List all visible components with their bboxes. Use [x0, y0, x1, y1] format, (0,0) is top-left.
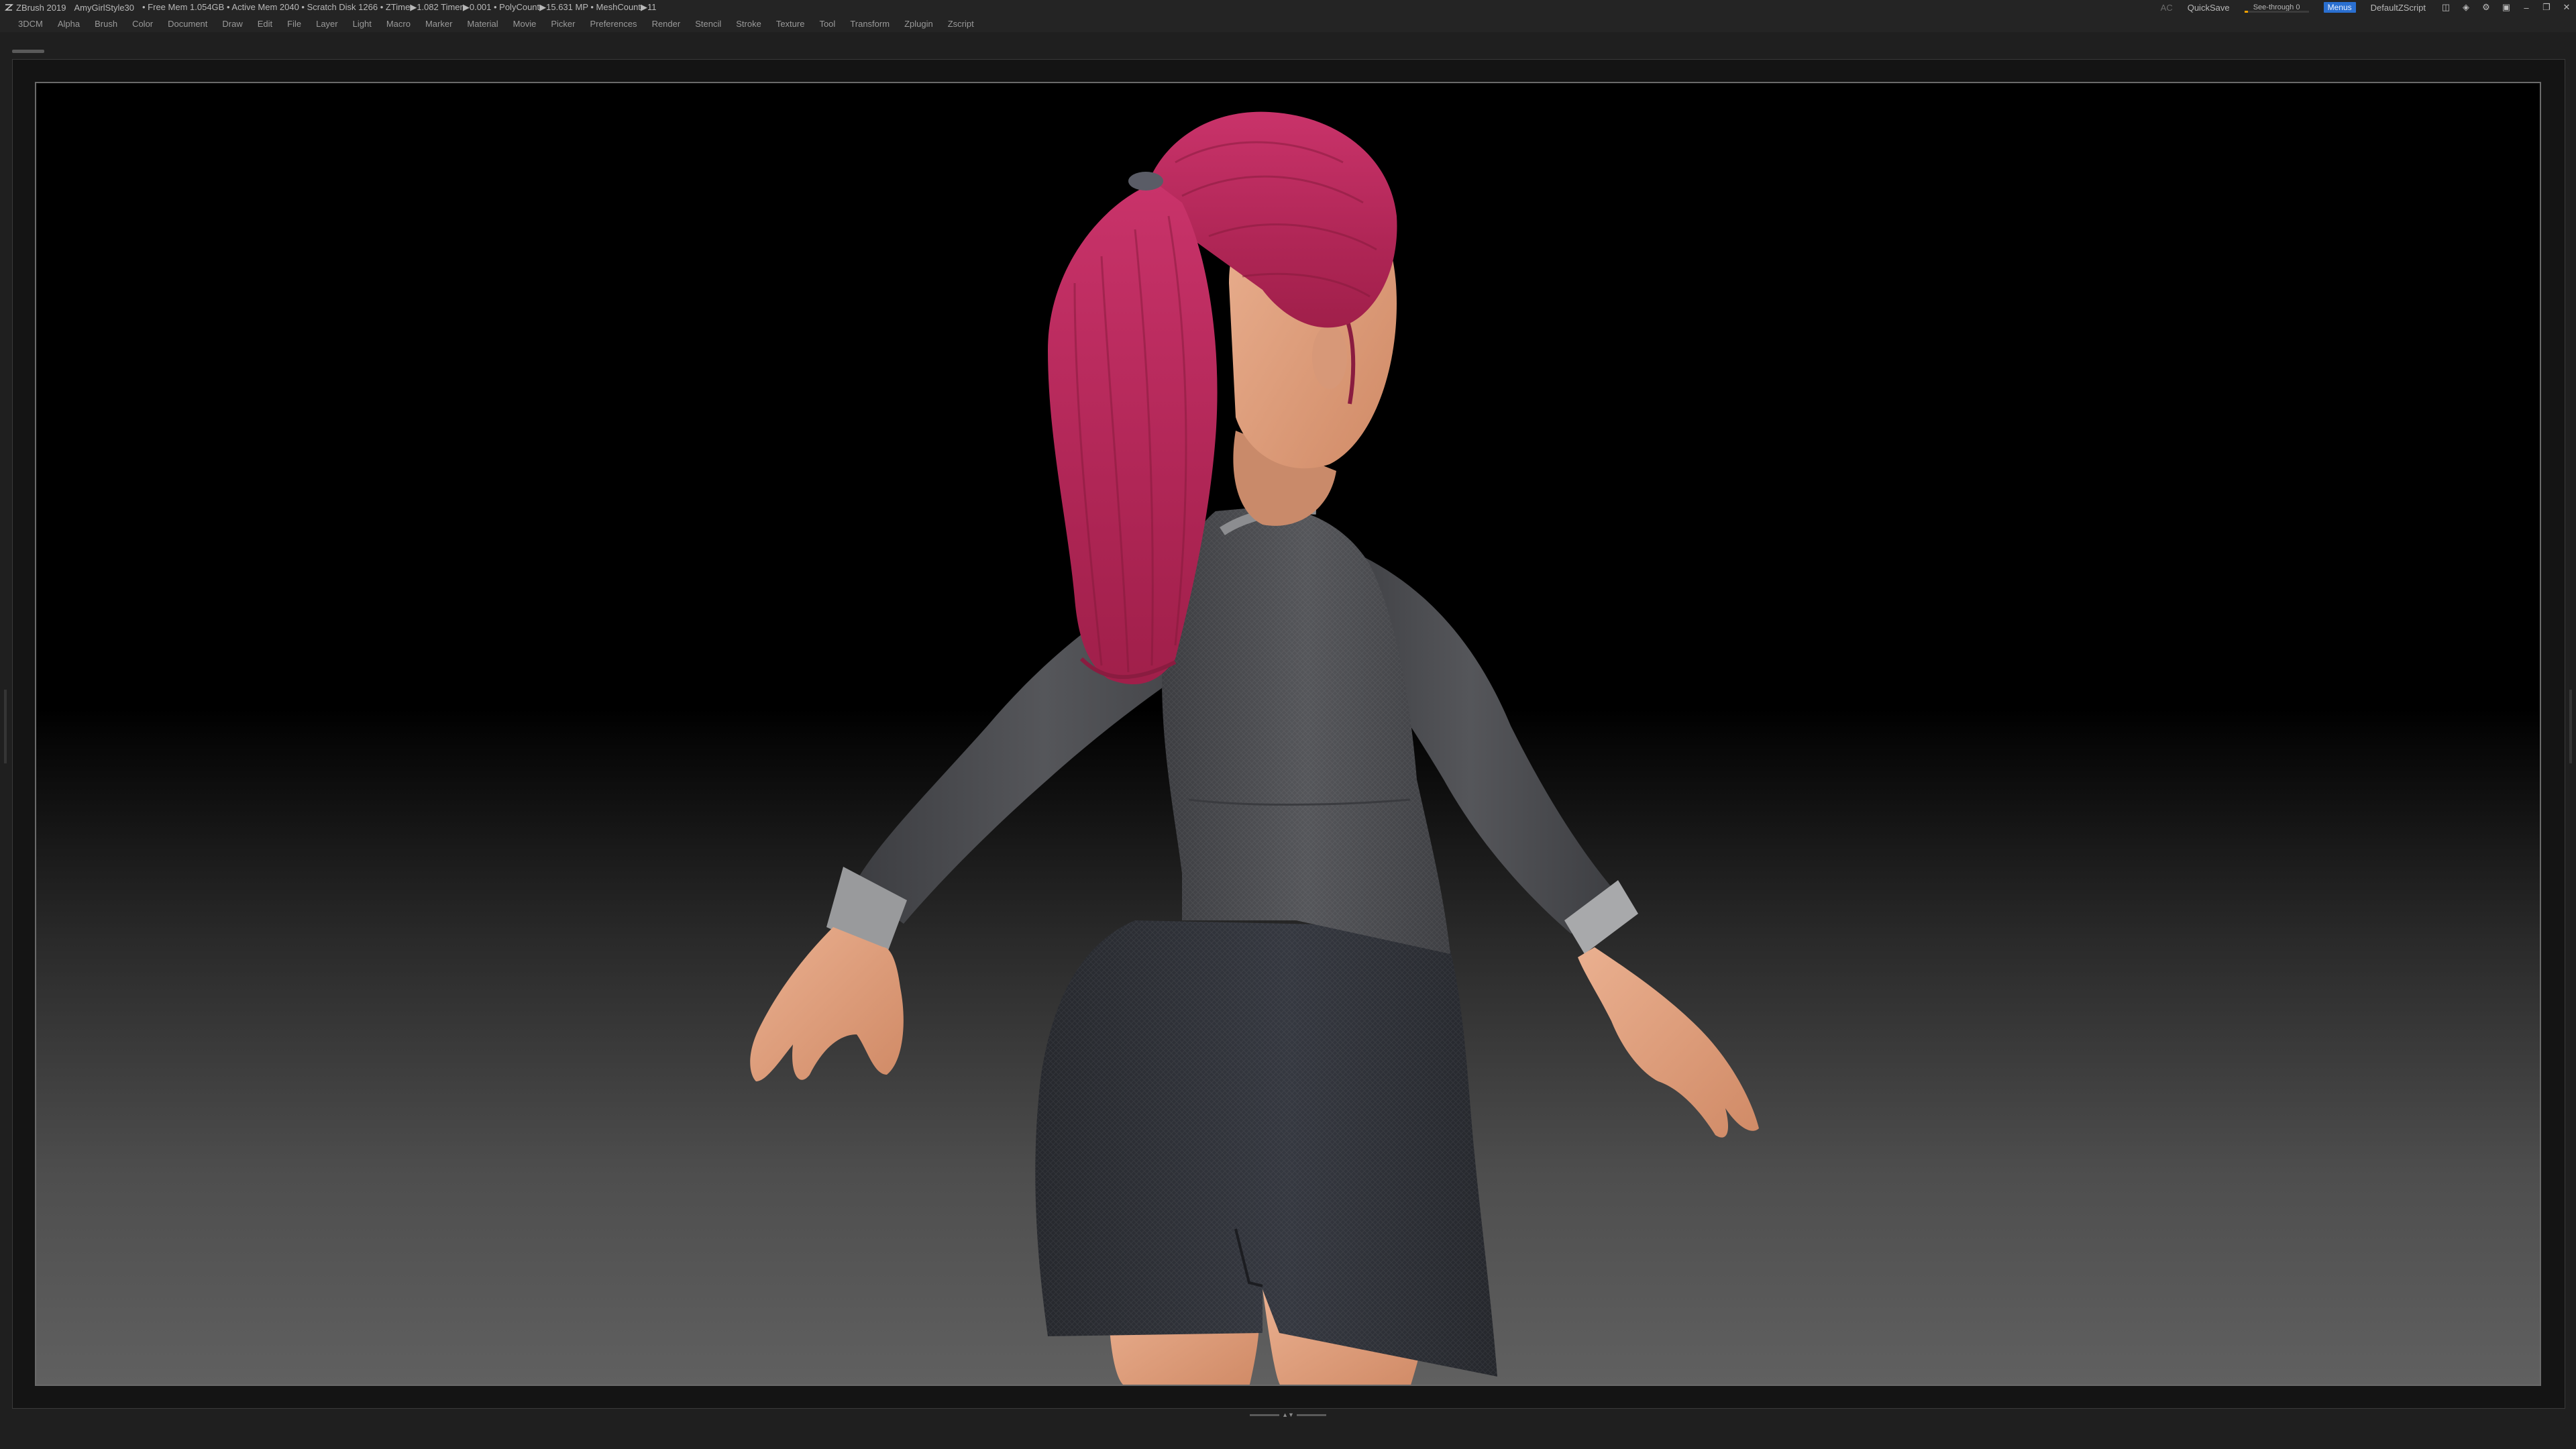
menu-item-draw[interactable]: Draw: [215, 19, 250, 29]
menu-item-texture[interactable]: Texture: [769, 19, 812, 29]
menu-bar: 3DCM Alpha Brush Color Document Draw Edit File L…: [0, 15, 2576, 32]
menu-item-macro[interactable]: Macro: [379, 19, 418, 29]
menu-item-zplugin[interactable]: Zplugin: [897, 19, 941, 29]
quicksave-button[interactable]: QuickSave: [2188, 3, 2230, 13]
restore-icon[interactable]: ❐: [2541, 2, 2552, 13]
lock-icon[interactable]: ▣: [2501, 2, 2512, 13]
menu-item-stencil[interactable]: Stencil: [688, 19, 729, 29]
sculpt-viewport[interactable]: [36, 83, 2541, 1386]
menu-item-brush[interactable]: Brush: [87, 19, 125, 29]
menu-item-material[interactable]: Material: [460, 19, 505, 29]
default-zscript-button[interactable]: DefaultZScript: [2371, 3, 2426, 13]
memory-stats: • Free Mem 1.054GB • Active Mem 2040 • S…: [142, 2, 657, 12]
menu-item-light[interactable]: Light: [345, 19, 379, 29]
menu-item-edit[interactable]: Edit: [250, 19, 280, 29]
menu-item-transform[interactable]: Transform: [843, 19, 897, 29]
ear: [1312, 325, 1347, 389]
menu-item-layer[interactable]: Layer: [309, 19, 345, 29]
ac-button[interactable]: AC: [2161, 3, 2173, 13]
menu-item-marker[interactable]: Marker: [418, 19, 460, 29]
menu-item-document[interactable]: Document: [160, 19, 215, 29]
document-canvas[interactable]: [35, 82, 2541, 1386]
menu-item-render[interactable]: Render: [645, 19, 688, 29]
layout-icon[interactable]: ◫: [2440, 2, 2451, 13]
menu-item-stroke[interactable]: Stroke: [729, 19, 769, 29]
bottom-handle-bar-right: [1296, 1413, 1326, 1416]
left-tray-handle[interactable]: [4, 690, 7, 763]
bottom-tray-handle[interactable]: ▲▼: [1245, 1411, 1331, 1418]
menu-item-file[interactable]: File: [280, 19, 309, 29]
hair-tie: [1128, 172, 1163, 191]
close-icon[interactable]: ✕: [2561, 2, 2572, 13]
menu-item-tool[interactable]: Tool: [812, 19, 843, 29]
sweater: [1162, 504, 1450, 954]
palette-icon[interactable]: ◈: [2461, 2, 2471, 13]
expand-arrows-icon[interactable]: ▲▼: [1282, 1411, 1294, 1418]
top-tray-handle[interactable]: [12, 50, 44, 53]
menu-item-alpha[interactable]: Alpha: [50, 19, 87, 29]
zbrush-logo-icon[interactable]: [4, 3, 13, 12]
see-through-slider[interactable]: See-through 0: [2244, 1, 2309, 13]
right-tray-handle[interactable]: [2569, 690, 2572, 763]
menu-item-3dcm[interactable]: 3DCM: [11, 19, 50, 29]
menu-item-picker[interactable]: Picker: [543, 19, 582, 29]
see-through-track: [2244, 11, 2309, 13]
project-name: AmyGirlStyle30: [74, 2, 135, 13]
settings-icon[interactable]: ⚙: [2481, 2, 2491, 13]
menu-item-preferences[interactable]: Preferences: [582, 19, 644, 29]
menus-toggle[interactable]: Menus: [2323, 2, 2356, 13]
menu-item-zscript[interactable]: Zscript: [941, 19, 981, 29]
app-name: ZBrush 2019: [16, 2, 66, 13]
menu-item-color[interactable]: Color: [125, 19, 160, 29]
title-bar: ZBrush 2019 AmyGirlStyle30 • Free Mem 1.…: [0, 0, 2576, 15]
minimize-icon[interactable]: –: [2521, 2, 2532, 13]
bottom-handle-bar-left: [1250, 1413, 1280, 1416]
see-through-fill: [2244, 11, 2249, 13]
menu-item-movie[interactable]: Movie: [506, 19, 544, 29]
